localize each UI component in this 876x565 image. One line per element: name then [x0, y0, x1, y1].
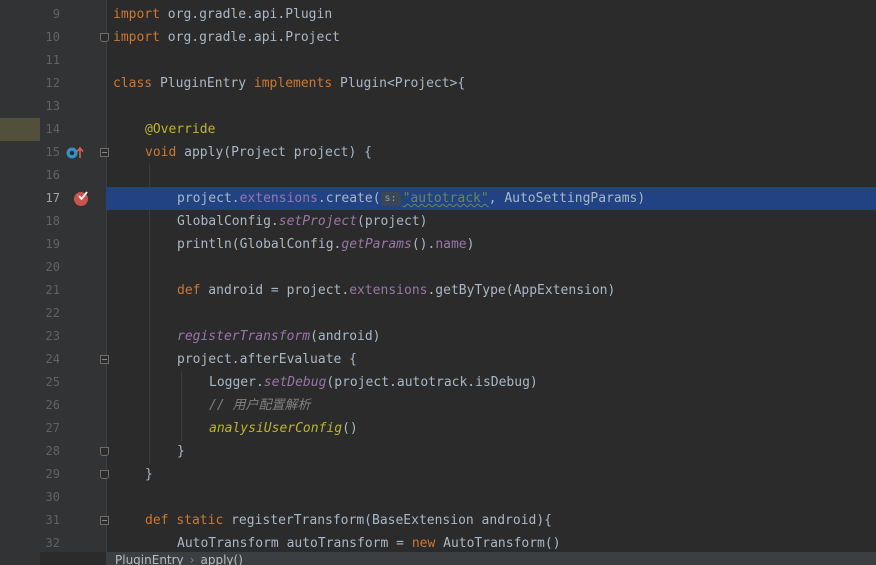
line-number: 23	[45, 329, 60, 343]
code-line[interactable]: 9 import org.gradle.api.Plugin	[0, 3, 876, 26]
code-text: AutoTransform autoTransform = new AutoTr…	[177, 536, 561, 551]
code-line[interactable]: 14 @Override	[0, 118, 876, 141]
code-line[interactable]: 24 project.afterEvaluate {	[0, 348, 876, 371]
chevron-right-icon: ›	[189, 553, 195, 565]
line-number: 26	[45, 398, 60, 412]
code-line[interactable]: 30	[0, 486, 876, 509]
code-text: GlobalConfig.setProject(project)	[177, 214, 428, 229]
code-editor[interactable]: 9 import org.gradle.api.Plugin 10 import…	[0, 0, 876, 565]
breakpoint-icon[interactable]	[73, 190, 90, 207]
code-line[interactable]: 25 Logger.setDebug(project.autotrack.isD…	[0, 371, 876, 394]
code-line[interactable]: 12 class PluginEntry implements Plugin<P…	[0, 72, 876, 95]
code-text: project.extensions.create(s: "autotrack",…	[177, 191, 646, 206]
code-line-current[interactable]: 17 project.extensions.create(s: "autotrac…	[0, 187, 876, 210]
code-line[interactable]: 18 GlobalConfig.setProject(project)	[0, 210, 876, 233]
code-line[interactable]: 22	[0, 302, 876, 325]
code-text: Logger.setDebug(project.autotrack.isDebu…	[209, 375, 538, 390]
line-number: 9	[52, 7, 60, 21]
line-number: 27	[45, 421, 60, 435]
fold-toggle-icon[interactable]	[100, 516, 109, 525]
code-line[interactable]: 31 def static registerTransform(BaseExte…	[0, 509, 876, 532]
line-number: 29	[45, 467, 60, 481]
line-number: 15	[45, 145, 60, 159]
fold-end-icon[interactable]	[100, 33, 109, 42]
code-line[interactable]: 10 import org.gradle.api.Project	[0, 26, 876, 49]
code-line[interactable]: 27 analysiUserConfig()	[0, 417, 876, 440]
line-number: 22	[45, 306, 60, 320]
line-number: 16	[45, 168, 60, 182]
code-text: def static registerTransform(BaseExtensi…	[145, 513, 553, 528]
code-text: import org.gradle.api.Project	[113, 30, 340, 45]
line-number: 18	[45, 214, 60, 228]
line-number: 24	[45, 352, 60, 366]
fold-toggle-icon[interactable]	[100, 355, 109, 364]
code-text: }	[177, 444, 185, 459]
code-line[interactable]: 15 void apply(Project project) {	[0, 141, 876, 164]
code-text: import org.gradle.api.Plugin	[113, 7, 333, 22]
bookmark-marker	[0, 118, 40, 141]
fold-toggle-icon[interactable]	[100, 148, 109, 157]
line-number: 10	[45, 30, 60, 44]
code-line[interactable]: 28 }	[0, 440, 876, 463]
code-text: @Override	[145, 122, 216, 137]
code-text: registerTransform(android)	[177, 329, 381, 344]
code-text: }	[145, 467, 153, 482]
line-number: 25	[45, 375, 60, 389]
code-text: def android = project.extensions.getByTy…	[177, 283, 616, 298]
code-text: analysiUserConfig()	[209, 421, 358, 436]
line-number: 11	[45, 53, 60, 67]
code-line[interactable]: 21 def android = project.extensions.getB…	[0, 279, 876, 302]
fold-end-icon[interactable]	[100, 470, 109, 479]
breadcrumb-item-class[interactable]: PluginEntry	[115, 554, 184, 565]
line-number: 32	[45, 536, 60, 550]
breadcrumb-item-method[interactable]: apply()	[200, 554, 242, 565]
code-line[interactable]: 11	[0, 49, 876, 72]
code-line[interactable]: 16	[0, 164, 876, 187]
line-number: 31	[45, 513, 60, 527]
code-text: void apply(Project project) {	[145, 145, 372, 160]
code-line[interactable]: 29 }	[0, 463, 876, 486]
code-line[interactable]: 32 AutoTransform autoTransform = new Aut…	[0, 532, 876, 552]
fold-end-icon[interactable]	[100, 447, 109, 456]
override-implements-icon[interactable]	[66, 145, 84, 161]
line-number: 17	[45, 191, 60, 205]
code-text: class PluginEntry implements Plugin<Proj…	[113, 76, 466, 91]
breadcrumb: PluginEntry › apply()	[106, 552, 876, 565]
code-line[interactable]: 20	[0, 256, 876, 279]
code-line[interactable]: 26 // 用户配置解析	[0, 394, 876, 417]
code-text: project.afterEvaluate {	[177, 352, 358, 367]
code-line[interactable]: 19 println(GlobalConfig.getParams().name…	[0, 233, 876, 256]
code-text: // 用户配置解析	[209, 398, 311, 413]
line-number: 19	[45, 237, 60, 251]
parameter-hint: s:	[380, 192, 401, 206]
line-number: 20	[45, 260, 60, 274]
line-number: 12	[45, 76, 60, 90]
line-number: 13	[45, 99, 60, 113]
line-number: 14	[45, 122, 60, 136]
line-number: 21	[45, 283, 60, 297]
line-number: 28	[45, 444, 60, 458]
code-line[interactable]: 23 registerTransform(android)	[0, 325, 876, 348]
code-line[interactable]: 13	[0, 95, 876, 118]
line-number: 30	[45, 490, 60, 504]
code-text: println(GlobalConfig.getParams().name)	[177, 237, 475, 252]
